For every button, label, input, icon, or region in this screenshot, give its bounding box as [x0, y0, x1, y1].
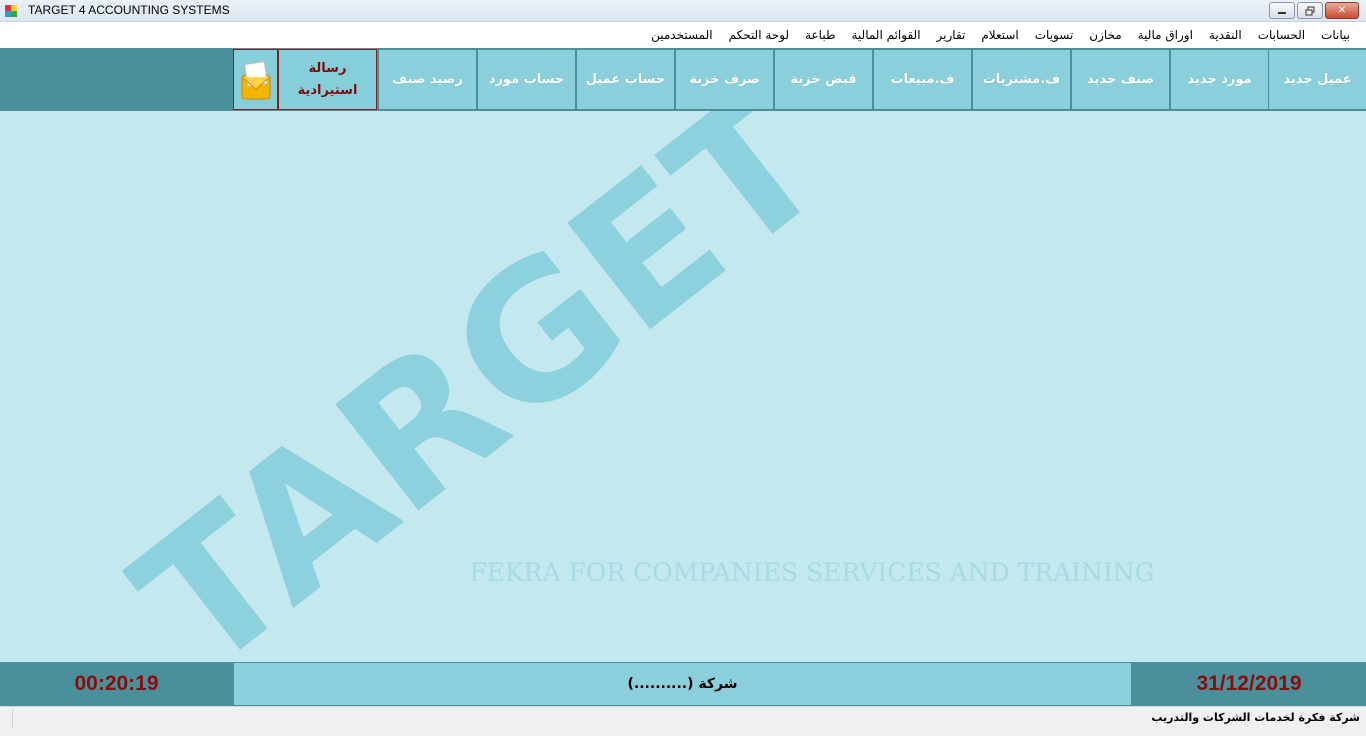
new-item-button[interactable]: صنف جديد: [1072, 50, 1169, 109]
title-bar: TARGET 4 ACCOUNTING SYSTEMS ✕: [0, 0, 1366, 22]
import-message-label-1: رسالة: [308, 60, 347, 76]
menu-financial-statements[interactable]: القوائم المالية: [844, 28, 929, 42]
envelope-icon: [241, 60, 270, 99]
import-message-label-2: استيرادية: [297, 82, 358, 98]
item-balance-button[interactable]: رصيد صنف: [379, 50, 476, 109]
close-icon: ✕: [1337, 5, 1347, 16]
footer-company-text: شركة فكرة لخدمات الشركات والتدريب: [1151, 711, 1360, 724]
watermark-subtitle: FEKRA FOR COMPANIES SERVICES AND TRAININ…: [469, 558, 1154, 587]
menu-cash[interactable]: النقدية: [1201, 28, 1250, 42]
company-name: (..........) شركة: [234, 663, 1131, 705]
supplier-account-button[interactable]: حساب مورد: [478, 50, 575, 109]
customer-account-button[interactable]: حساب عميل: [577, 50, 674, 109]
window-title: TARGET 4 ACCOUNTING SYSTEMS: [28, 3, 230, 17]
menu-bar: بيانات الحسابات النقدية اوراق مالية مخاز…: [0, 22, 1366, 48]
menu-reports[interactable]: تقارير: [929, 28, 974, 42]
sales-invoice-button[interactable]: ف.مبيعات: [874, 50, 971, 109]
footer-bar: شركة فكرة لخدمات الشركات والتدريب: [0, 706, 1366, 736]
toolbar: عميل جديد مورد جديد صنف جديد ف.مشتريات ف…: [0, 48, 1366, 111]
menu-control-panel[interactable]: لوحة التحكم: [721, 28, 798, 42]
menu-stores[interactable]: مخازن: [1081, 28, 1129, 42]
restore-button[interactable]: [1297, 2, 1323, 19]
restore-icon: [1305, 6, 1315, 15]
menu-accounts[interactable]: الحسابات: [1250, 28, 1313, 42]
purchase-invoice-button[interactable]: ف.مشتريات: [973, 50, 1070, 109]
menu-settlements[interactable]: تسويات: [1027, 28, 1082, 42]
mail-button[interactable]: [233, 49, 278, 110]
cash-payment-button[interactable]: صرف خزنة: [676, 50, 773, 109]
menu-inquiry[interactable]: استعلام: [973, 28, 1026, 42]
main-area: TARGET FEKRA FOR COMPANIES SERVICES AND …: [0, 111, 1366, 662]
status-bar: 00:20:19 (..........) شركة 31/12/2019: [0, 662, 1366, 706]
close-button[interactable]: ✕: [1325, 2, 1359, 19]
current-date: 31/12/2019: [1196, 672, 1302, 695]
new-customer-button[interactable]: عميل جديد: [1269, 50, 1366, 109]
menu-print[interactable]: طباعة: [797, 28, 843, 42]
menu-securities[interactable]: اوراق مالية: [1130, 28, 1201, 42]
new-supplier-button[interactable]: مورد جديد: [1171, 50, 1268, 109]
minimize-icon: [1278, 11, 1286, 14]
menu-data[interactable]: بيانات: [1313, 28, 1358, 42]
menu-users[interactable]: المستخدمين: [643, 28, 720, 42]
import-message-button[interactable]: رسالة استيرادية: [278, 49, 377, 110]
app-icon: [5, 5, 17, 17]
cash-receipt-button[interactable]: قبض خزنة: [775, 50, 872, 109]
watermark: TARGET FEKRA FOR COMPANIES SERVICES AND …: [98, 111, 1154, 662]
clock-time: 00:20:19: [74, 672, 159, 695]
minimize-button[interactable]: [1269, 2, 1295, 19]
